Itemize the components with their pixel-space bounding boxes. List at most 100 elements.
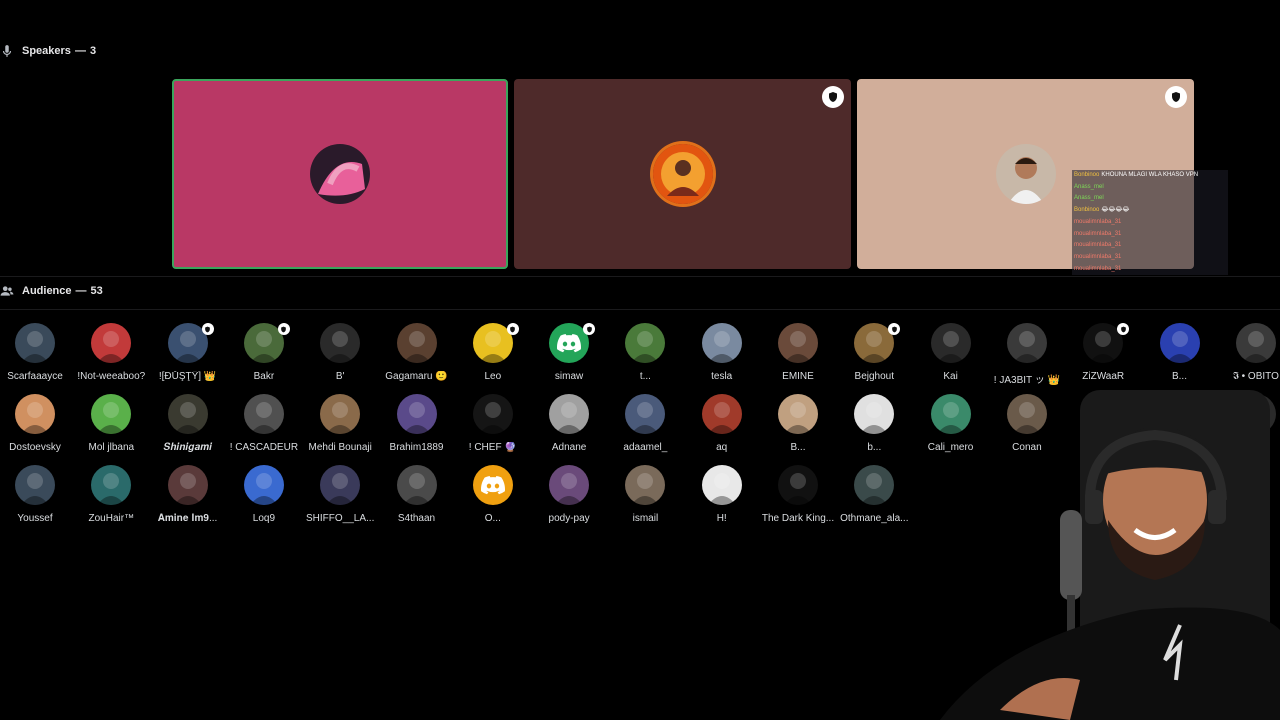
moderator-badge xyxy=(277,323,290,335)
member-name: Mol jlbana xyxy=(88,442,135,453)
member-avatar xyxy=(167,394,208,434)
audience-member[interactable]: Loq9 xyxy=(226,465,302,527)
audience-member[interactable]: B... xyxy=(760,394,836,456)
audience-member[interactable]: 𝐀𝐦𝐢𝐧𝐞 𝐈𝐦𝟗... xyxy=(150,465,226,527)
audience-count: 53 xyxy=(90,285,103,297)
audience-member[interactable]: Gagamaru 🙂 xyxy=(379,323,455,385)
divider xyxy=(0,309,1280,310)
chat-username: moualimnlaba_31 xyxy=(1074,218,1122,225)
member-name: !Not-weeaboo? xyxy=(77,371,146,382)
audience-member[interactable]: S4thaan xyxy=(379,465,455,527)
chat-username: moualimnlaba_31 xyxy=(1074,242,1122,249)
audience-member[interactable]: Adnane xyxy=(531,394,607,456)
audience-member[interactable]: ! CASCADEUR xyxy=(226,394,302,456)
moderator-badge xyxy=(1165,86,1187,108)
audience-separator: — xyxy=(75,285,87,297)
member-name: ! CASCADEUR xyxy=(229,442,299,453)
people-icon xyxy=(0,286,14,296)
audience-member[interactable]: Youssef xyxy=(0,465,73,527)
member-avatar xyxy=(15,323,55,363)
chat-username: Anass_mel xyxy=(1074,183,1104,190)
audience-member[interactable]: simaw xyxy=(531,323,607,385)
audience-member[interactable]: Leo xyxy=(455,323,531,385)
member-avatar xyxy=(167,465,208,505)
member-avatar xyxy=(549,465,590,505)
member-avatar xyxy=(396,465,437,505)
audience-member[interactable]: 𝑺𝒉𝒊𝒏𝒊𝒈𝒂𝒎𝒊 xyxy=(150,394,226,456)
audience-member[interactable]: t... xyxy=(607,323,683,385)
member-name: Brahim1889 xyxy=(389,442,444,453)
member-avatar xyxy=(1159,323,1200,363)
audience-member[interactable]: tesla xyxy=(684,323,760,385)
audience-member[interactable]: pody-pay xyxy=(531,465,607,527)
audience-member[interactable]: B... xyxy=(1142,323,1218,385)
audience-member[interactable]: B' xyxy=(302,323,378,385)
member-name: Dostoevsky xyxy=(9,442,61,453)
audience-member[interactable]: Mol jlbana xyxy=(73,394,149,456)
audience-member[interactable]: Bejghout xyxy=(836,323,912,385)
member-avatar xyxy=(320,323,361,363)
member-name: Gagamaru 🙂 xyxy=(385,371,448,382)
chat-text: 😂😂😂😂 xyxy=(1101,207,1130,214)
audience-member[interactable]: ! CHEF 🔮 xyxy=(455,394,531,456)
audience-member[interactable]: Brahim1889 xyxy=(379,394,455,456)
speakers-header: Speakers — 3 xyxy=(0,44,96,58)
audience-member[interactable]: EMINE xyxy=(760,323,836,385)
audience-member[interactable]: Scarfaaayce xyxy=(0,323,73,385)
audience-member[interactable]: H! xyxy=(684,465,760,527)
audience-member[interactable]: ZiZWaaR xyxy=(1065,323,1141,385)
audience-member[interactable]: O... xyxy=(455,465,531,527)
member-name: pody-pay xyxy=(548,513,590,524)
chat-username: moualimnlaba_31 xyxy=(1074,230,1122,237)
member-name: t... xyxy=(639,371,651,382)
chat-message: moualimnlaba_31 xyxy=(1072,228,1228,241)
member-name: ! CHEF 🔮 xyxy=(468,442,517,453)
audience-member[interactable]: Mehdi Bounaji xyxy=(302,394,378,456)
audience-member[interactable]: ZouHair™ xyxy=(73,465,149,527)
shield-icon xyxy=(891,326,897,332)
member-name: B... xyxy=(790,442,806,453)
audience-member[interactable]: !Not-weeaboo? xyxy=(73,323,149,385)
shield-icon xyxy=(281,326,287,332)
chat-message: moualimnlaba_31 xyxy=(1072,240,1228,252)
moderator-badge xyxy=(201,323,214,335)
speaker-tile[interactable] xyxy=(514,79,851,269)
audience-member[interactable]: aq xyxy=(684,394,760,456)
member-avatar xyxy=(15,465,55,505)
member-name: Loq9 xyxy=(252,513,276,524)
member-name: ismail xyxy=(632,513,659,524)
audience-member[interactable]: The Dark King... xyxy=(760,465,836,527)
member-avatar xyxy=(778,323,818,363)
audience-member[interactable]: Bakr xyxy=(226,323,302,385)
moderator-badge xyxy=(1117,323,1130,335)
member-name: S4thaan xyxy=(397,513,436,524)
audience-member[interactable]: ! JA3BIT ッ 👑 xyxy=(989,323,1065,386)
moderator-badge xyxy=(506,323,519,335)
member-name: 𝐀𝐦𝐢𝐧𝐞 𝐈𝐦𝟗... xyxy=(157,513,218,524)
member-avatar xyxy=(15,394,55,434)
member-avatar xyxy=(91,394,132,434)
member-name: ![ĐŮŞŢŸ] 👑 xyxy=(158,371,217,382)
discord-logo-icon xyxy=(557,334,582,353)
member-avatar xyxy=(625,394,666,434)
audience-member[interactable]: adaamel_ xyxy=(607,394,683,456)
speaker-tile[interactable] xyxy=(172,79,508,269)
audience-member[interactable]: 𝕴 • OBITO xyxy=(1218,323,1280,385)
chat-username: Bonbinoo xyxy=(1074,172,1100,178)
speaker-avatar xyxy=(995,144,1056,204)
member-name: aq xyxy=(716,442,728,453)
member-avatar xyxy=(91,465,132,505)
moderator-badge xyxy=(583,323,596,335)
speakers-count: 3 xyxy=(89,45,97,57)
microphone-icon xyxy=(2,45,12,57)
member-avatar xyxy=(91,323,132,363)
shield-icon xyxy=(1172,92,1180,102)
audience-member[interactable]: SHIFFO__LA... xyxy=(302,465,378,527)
audience-member[interactable]: ismail xyxy=(607,465,683,527)
member-avatar xyxy=(930,323,971,363)
audience-member[interactable]: ![ĐŮŞŢŸ] 👑 xyxy=(150,323,226,385)
chat-username: Bonbinoo xyxy=(1074,207,1100,214)
audience-member[interactable]: Dostoevsky xyxy=(0,394,73,456)
audience-member[interactable]: Kai xyxy=(913,323,989,385)
member-avatar xyxy=(1006,323,1047,363)
